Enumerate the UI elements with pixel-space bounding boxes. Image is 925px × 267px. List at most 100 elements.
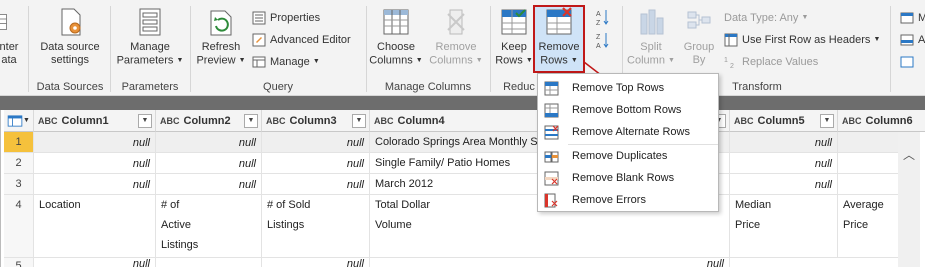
merge-icon: [900, 12, 914, 24]
row-number[interactable]: 5: [4, 258, 34, 267]
svg-text:A: A: [596, 11, 601, 18]
ribbon: nter ata Data source settings Data Sourc…: [0, 0, 925, 96]
column-header-3[interactable]: ABC Column3 ▼: [262, 110, 370, 132]
column-header-1[interactable]: ABC Column1 ▼: [34, 110, 156, 132]
table-cell[interactable]: null: [34, 258, 156, 267]
table-cell[interactable]: null: [262, 153, 370, 174]
remove-duplicates-icon: [544, 151, 559, 163]
text-type-icon: ABC: [266, 116, 286, 126]
menu-item-label: Remove Bottom Rows: [572, 104, 682, 116]
cell-text: Median: [735, 199, 772, 211]
enter-data-button[interactable]: nter ata: [0, 6, 24, 67]
chevron-down-icon: ▼: [23, 117, 30, 125]
table-cell[interactable]: null: [370, 258, 730, 267]
sort-ascending-icon: AZ: [596, 10, 609, 26]
table-cell[interactable]: [156, 258, 262, 267]
scroll-up-icon[interactable]: ︿: [903, 146, 915, 163]
table-icon: [7, 115, 23, 127]
svg-text:Z: Z: [596, 34, 601, 41]
append-icon: [900, 34, 914, 46]
right-item-m-label: M: [918, 12, 925, 24]
menu-item-label: Remove Alternate Rows: [572, 126, 690, 138]
table-cell[interactable]: Median Price: [730, 195, 838, 258]
menu-item-label: Remove Errors: [572, 194, 646, 206]
table-cell[interactable]: null: [262, 258, 370, 267]
column-header-label: Column2: [183, 115, 231, 127]
chevron-down-icon: ▼: [570, 57, 578, 64]
cell-text: Average: [843, 199, 884, 211]
cell-text: # of Sold: [267, 199, 311, 211]
text-type-icon: ABC: [734, 116, 754, 126]
group-label-query: Query: [263, 81, 293, 93]
pane-divider: [0, 96, 925, 110]
row-number[interactable]: 4: [4, 195, 34, 258]
column-header-5[interactable]: ABC Column5 ▼: [730, 110, 838, 132]
table-corner-button[interactable]: ▼: [4, 110, 34, 132]
row-number[interactable]: 1: [4, 132, 34, 153]
table-cell[interactable]: # of Active Listings: [156, 195, 262, 258]
right-item-m[interactable]: M: [900, 9, 925, 27]
menu-item-remove-duplicates[interactable]: Remove Duplicates: [538, 145, 718, 167]
column-filter-dropdown[interactable]: ▼: [352, 114, 366, 128]
cell-text: Price: [843, 219, 869, 231]
vertical-scrollbar[interactable]: ︿: [898, 132, 920, 267]
table-cell[interactable]: null: [156, 132, 262, 153]
table-cell[interactable]: null: [156, 153, 262, 174]
sort-descending-button[interactable]: ZA: [596, 31, 614, 49]
column-header-6[interactable]: ABC Column6: [838, 110, 925, 132]
right-item-c[interactable]: [900, 53, 918, 71]
svg-text:A: A: [596, 43, 601, 49]
table-cell[interactable]: null: [34, 153, 156, 174]
row-number[interactable]: 2: [4, 153, 34, 174]
sort-descending-icon: ZA: [596, 33, 609, 49]
table-cell[interactable]: null: [730, 132, 838, 153]
menu-item-remove-top-rows[interactable]: Remove Top Rows: [538, 77, 718, 99]
row-number[interactable]: 3: [4, 174, 34, 195]
remove-errors-icon: [544, 193, 558, 208]
table-cell[interactable]: [838, 132, 902, 153]
cell-text: Price: [735, 219, 761, 231]
cell-text: Volume: [375, 219, 412, 231]
text-type-icon: ABC: [374, 116, 394, 126]
column-header-2[interactable]: ABC Column2 ▼: [156, 110, 262, 132]
table-cell[interactable]: null: [262, 174, 370, 195]
menu-item-remove-blank-rows[interactable]: Remove Blank Rows: [538, 167, 718, 189]
column-header-label: Column6: [865, 115, 913, 127]
text-type-icon: ABC: [38, 116, 58, 126]
column-filter-dropdown[interactable]: ▼: [820, 114, 834, 128]
table-cell[interactable]: null: [34, 174, 156, 195]
table-cell[interactable]: # of Sold Listings: [262, 195, 370, 258]
table-cell[interactable]: [838, 174, 902, 195]
enter-data-label-1: nter: [0, 41, 19, 53]
right-item-a-label: A: [918, 34, 925, 46]
cell-text: Listings: [267, 219, 305, 231]
group-label-data-sources: Data Sources: [36, 81, 104, 93]
column-header-label: Column4: [397, 115, 445, 127]
sort-ascending-button[interactable]: AZ: [596, 8, 614, 26]
text-type-icon: ABC: [842, 116, 862, 126]
menu-item-remove-alternate-rows[interactable]: Remove Alternate Rows: [538, 121, 718, 143]
remove-top-rows-icon: [544, 81, 559, 96]
cell-text: Listings: [161, 239, 199, 251]
menu-item-label: Remove Blank Rows: [572, 172, 675, 184]
column-filter-dropdown[interactable]: ▼: [244, 114, 258, 128]
table-cell[interactable]: null: [262, 132, 370, 153]
remove-blank-rows-icon: [544, 171, 559, 186]
enter-data-label-2: ata: [1, 54, 17, 66]
right-item-a[interactable]: A: [900, 31, 925, 49]
table-cell[interactable]: null: [156, 174, 262, 195]
group-label-parameters: Parameters: [121, 81, 179, 93]
menu-item-remove-bottom-rows[interactable]: Remove Bottom Rows: [538, 99, 718, 121]
column-filter-dropdown[interactable]: ▼: [138, 114, 152, 128]
table-cell[interactable]: [838, 153, 902, 174]
table-cell[interactable]: null: [730, 174, 838, 195]
table-cell[interactable]: null: [730, 153, 838, 174]
menu-item-remove-errors[interactable]: Remove Errors: [538, 189, 718, 211]
table-cell[interactable]: null: [34, 132, 156, 153]
combine-icon: [900, 56, 914, 68]
menu-item-label: Remove Duplicates: [572, 150, 668, 162]
table-cell[interactable]: Location: [34, 195, 156, 258]
cell-text: Active: [161, 219, 191, 231]
table-cell[interactable]: Average Price: [838, 195, 902, 258]
remove-alternate-rows-icon: [544, 125, 559, 140]
